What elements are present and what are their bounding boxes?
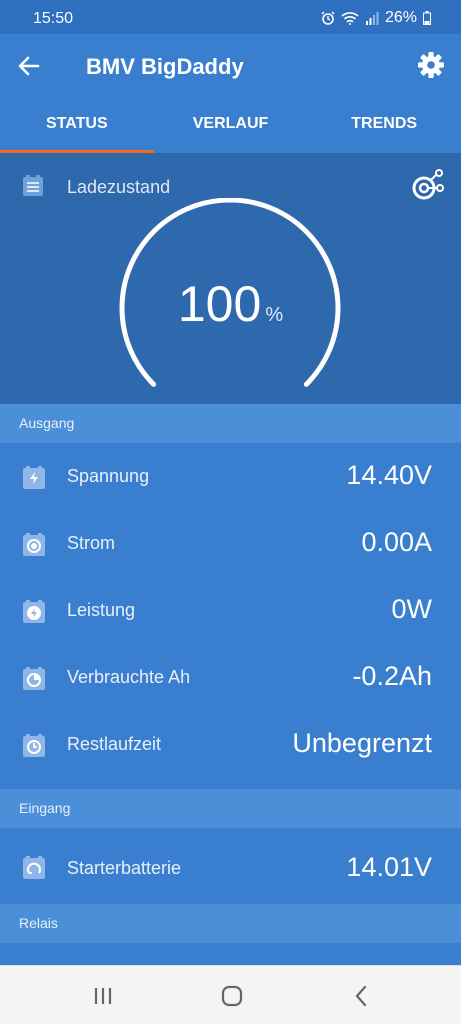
battery-bolt-icon [23, 466, 45, 489]
battery-clock-icon [23, 734, 45, 757]
tab-verlauf[interactable]: VERLAUF [154, 96, 308, 153]
signal-icon [365, 12, 379, 25]
tab-trends[interactable]: TRENDS [307, 96, 461, 153]
gear-icon[interactable] [417, 51, 445, 79]
section-header-relais: Relais [0, 904, 461, 943]
recent-apps-icon[interactable] [91, 984, 115, 1008]
soc-value: 100% [0, 275, 461, 333]
row-label: Restlaufzeit [67, 734, 162, 754]
back-arrow-icon[interactable] [16, 53, 42, 79]
row-label: Spannung [67, 466, 150, 486]
tab-status[interactable]: STATUS [0, 96, 154, 153]
link-nodes-icon[interactable] [407, 167, 447, 207]
row-label: Strom [67, 533, 116, 553]
row-value: 0W [391, 594, 433, 624]
row-label: Leistung [67, 600, 136, 620]
status-icons: 26% [321, 9, 431, 27]
row-value: Unbegrenzt [292, 728, 432, 758]
battery-power-icon [23, 600, 45, 623]
row-value: -0.2Ah [352, 661, 432, 691]
row-strom[interactable]: Strom 0.00A [0, 510, 461, 577]
soc-number: 100 [177, 276, 262, 332]
row-verbrauchte-ah[interactable]: Verbrauchte Ah -0.2Ah [0, 644, 461, 711]
wifi-icon [341, 12, 359, 25]
row-leistung[interactable]: Leistung 0W [0, 577, 461, 644]
row-spannung[interactable]: Spannung 14.40V [0, 443, 461, 510]
soc-unit: % [265, 304, 284, 326]
row-value: 0.00A [361, 527, 432, 557]
battery-starter-icon [23, 856, 45, 879]
battery-list-icon [23, 175, 43, 196]
page-title: BMV BigDaddy [86, 54, 244, 79]
row-value: 14.01V [346, 852, 432, 882]
back-nav-icon[interactable] [350, 984, 374, 1008]
status-time: 15:50 [33, 10, 74, 27]
app-bar: BMV BigDaddy [0, 34, 461, 96]
row-value: 14.40V [346, 460, 432, 490]
state-of-charge-panel: Ladezustand 100% [0, 153, 461, 404]
section-header-ausgang: Ausgang [0, 404, 461, 443]
section-header-eingang: Eingang [0, 789, 461, 828]
alarm-icon [321, 11, 335, 25]
battery-percent: 26% [384, 9, 417, 26]
system-nav-bar [0, 965, 461, 1024]
tab-bar: STATUS VERLAUF TRENDS [0, 96, 461, 153]
soc-label: Ladezustand [67, 177, 171, 197]
row-relais-partial [0, 943, 461, 965]
row-starterbatterie[interactable]: Starterbatterie 14.01V [0, 828, 461, 904]
row-restlaufzeit[interactable]: Restlaufzeit Unbegrenzt [0, 711, 461, 778]
status-bar: 15:50 26% [0, 0, 461, 34]
row-label: Verbrauchte Ah [67, 667, 191, 687]
home-icon[interactable] [220, 984, 244, 1008]
battery-icon [423, 11, 431, 25]
row-label: Starterbatterie [67, 858, 182, 878]
battery-dot-icon [23, 533, 45, 556]
battery-consumed-icon [23, 667, 45, 690]
